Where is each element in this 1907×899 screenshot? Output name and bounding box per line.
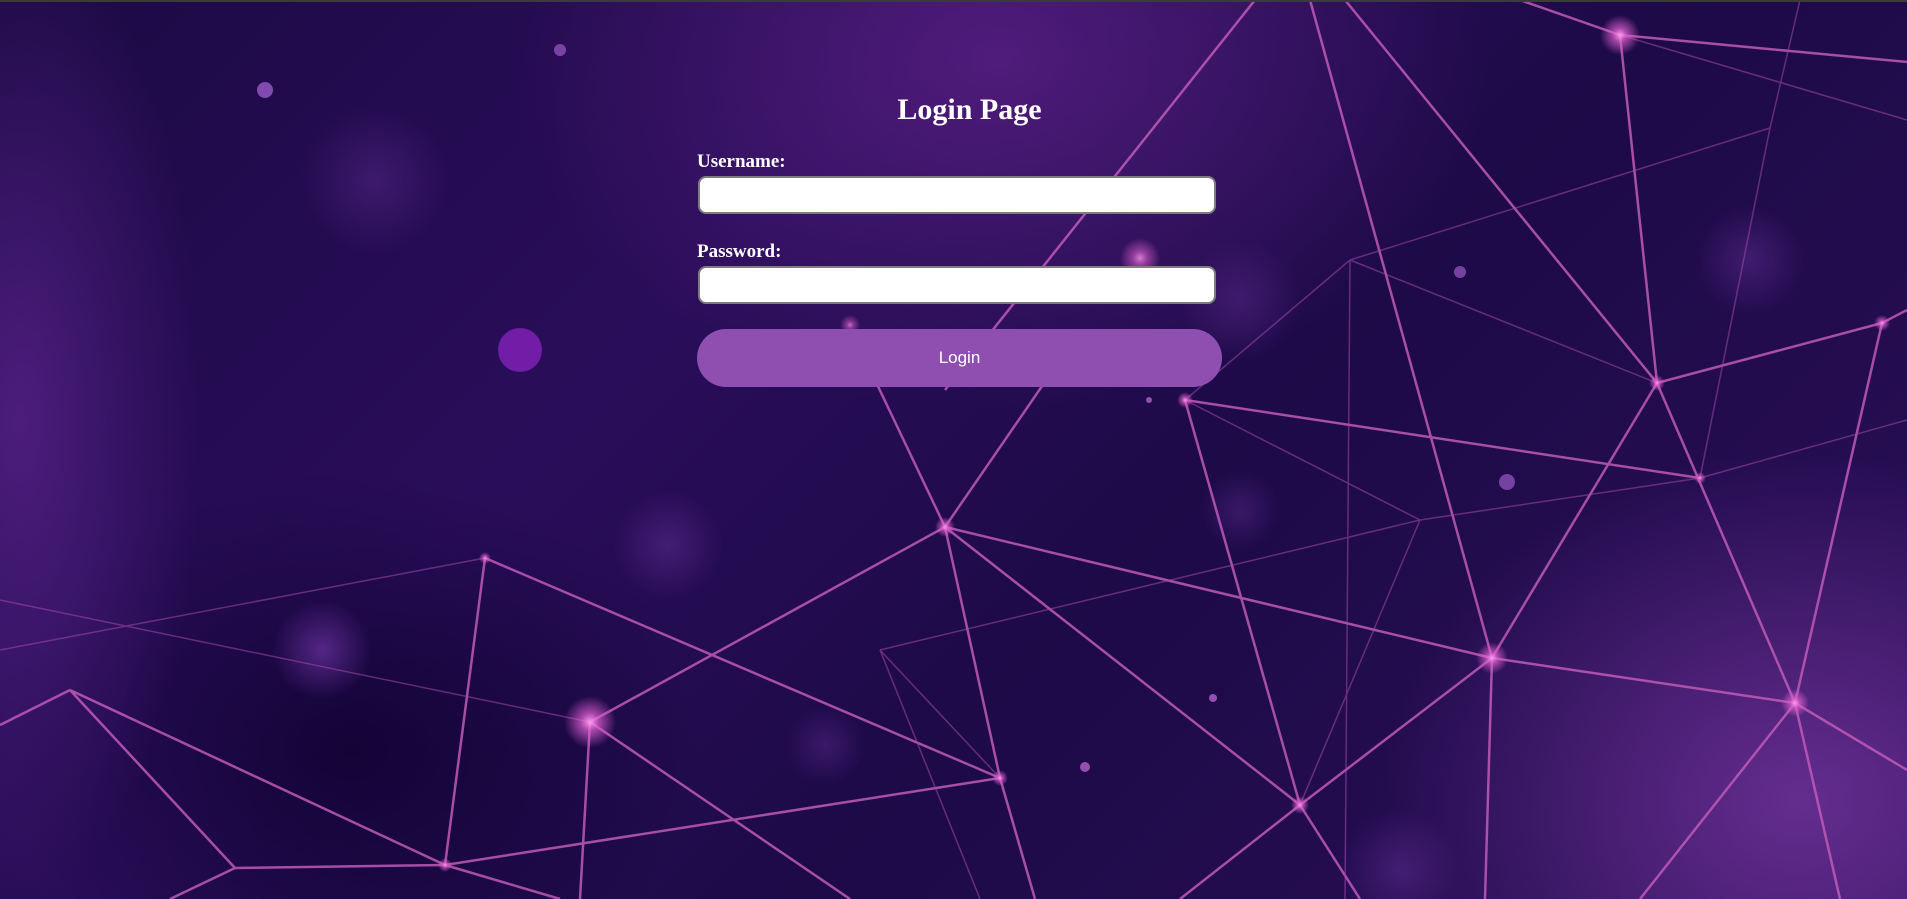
username-input[interactable] — [698, 176, 1216, 214]
password-label: Password: — [697, 241, 782, 262]
top-border-line — [0, 0, 1907, 2]
login-button[interactable]: Login — [697, 329, 1222, 387]
username-label: Username: — [697, 151, 786, 172]
login-form: Login Page Username: Password: Login — [697, 90, 1222, 387]
password-input[interactable] — [698, 266, 1216, 304]
password-group: Password: — [697, 242, 1222, 304]
page-title: Login Page — [897, 93, 1042, 126]
username-group: Username: — [697, 152, 1222, 214]
